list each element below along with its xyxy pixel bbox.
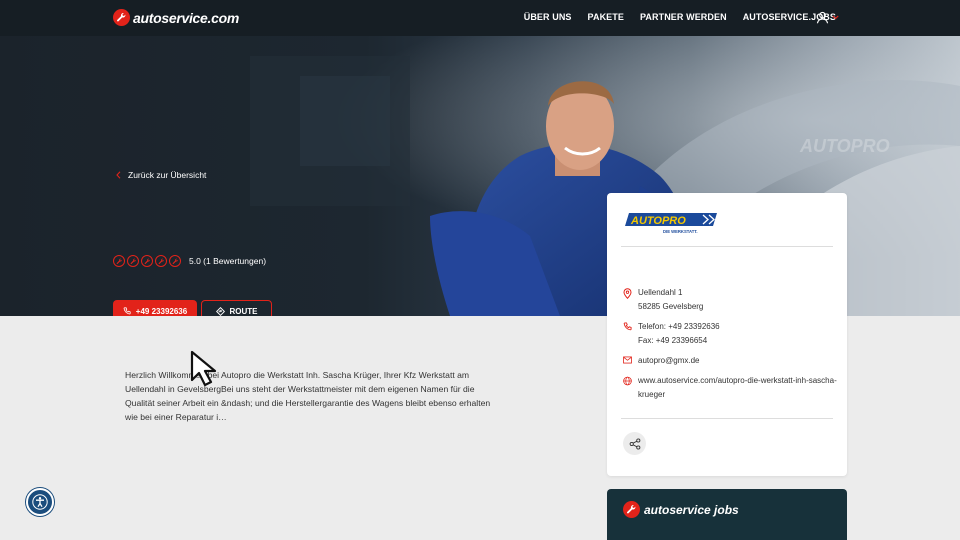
call-button-label: +49 23392636: [135, 306, 188, 316]
divider: [621, 246, 833, 247]
website-link[interactable]: www.autoservice.com/autopro-die-werkstat…: [638, 374, 837, 402]
rating-wrench-icon: [127, 255, 139, 267]
wrench-icon: [113, 9, 130, 26]
user-icon: [816, 11, 829, 24]
rating-wrench-icon: [113, 255, 125, 267]
nav-item-pakete[interactable]: PAKETE: [588, 12, 624, 22]
website-link-line2: krueger: [638, 390, 666, 399]
rating-wrench-icon: [155, 255, 167, 267]
jobs-logo-text: autoservice jobs: [644, 502, 739, 517]
mail-icon: [623, 356, 632, 364]
fax-number: Fax: +49 23396654: [638, 336, 708, 345]
rating-text[interactable]: 5.0 (1 Bewertungen): [189, 256, 266, 266]
accessibility-button[interactable]: [26, 488, 54, 516]
svg-text:AUTOPRO: AUTOPRO: [630, 215, 686, 227]
website-link-line1: www.autoservice.com/autopro-die-werkstat…: [638, 376, 837, 385]
back-to-overview-link[interactable]: Zurück zur Übersicht: [116, 170, 206, 180]
chevron-down-icon: [832, 15, 839, 20]
jobs-logo: autoservice jobs: [623, 501, 739, 518]
website-row: www.autoservice.com/autopro-die-werkstat…: [623, 374, 837, 402]
rating-wrench-icon: [141, 255, 153, 267]
site-logo[interactable]: autoservice.com: [113, 9, 239, 26]
nav-item-partner-werden[interactable]: PARTNER WERDEN: [640, 12, 727, 22]
top-navigation-bar: autoservice.com ÜBER UNS PAKETE PARTNER …: [0, 0, 960, 36]
address-city: 58285 Gevelsberg: [638, 302, 704, 311]
phone-number[interactable]: Telefon: +49 23392636: [638, 320, 720, 334]
nav-item-ueber-uns[interactable]: ÜBER UNS: [524, 12, 572, 22]
call-button[interactable]: +49 23392636: [113, 300, 197, 316]
back-link-label: Zurück zur Übersicht: [128, 170, 207, 180]
address-street: Uellendahl 1: [638, 288, 683, 297]
rating-wrench-icon: [169, 255, 181, 267]
svg-text:DIE WERKSTATT.: DIE WERKSTATT.: [663, 229, 698, 234]
main-nav: ÜBER UNS PAKETE PARTNER WERDEN AUTOSERVI…: [524, 12, 836, 22]
chevron-left-icon: [116, 171, 121, 179]
contact-card: AUTOPRO DIE WERKSTATT. Uellendahl 1 5828…: [607, 193, 847, 476]
route-button[interactable]: ROUTE: [201, 300, 272, 316]
share-icon: [629, 437, 640, 450]
wrench-icon: [623, 501, 640, 518]
logo-text: autoservice.com: [133, 9, 239, 26]
phone-row: Telefon: +49 23392636 Fax: +49 23396654: [623, 320, 720, 348]
share-button[interactable]: [623, 432, 646, 455]
jobs-card[interactable]: autoservice jobs: [607, 489, 847, 540]
route-icon: [215, 306, 225, 316]
phone-icon: [623, 322, 632, 331]
divider: [621, 418, 833, 419]
accessibility-icon: [32, 494, 48, 510]
location-pin-icon: [623, 288, 632, 299]
email-row: autopro@gmx.de: [623, 354, 700, 368]
workshop-description: Herzlich Willkommen bei Autopro die Werk…: [125, 370, 491, 422]
user-menu-button[interactable]: [816, 11, 839, 24]
autopro-logo: AUTOPRO DIE WERKSTATT.: [625, 213, 721, 240]
email-link[interactable]: autopro@gmx.de: [638, 354, 700, 368]
mouse-cursor-icon: [190, 350, 217, 387]
route-button-label: ROUTE: [229, 306, 258, 316]
address-row: Uellendahl 1 58285 Gevelsberg: [623, 286, 703, 314]
phone-icon: [123, 307, 131, 315]
rating-row: 5.0 (1 Bewertungen): [113, 255, 266, 267]
svg-text:AUTOPRO: AUTOPRO: [799, 136, 890, 156]
globe-icon: [623, 376, 632, 386]
